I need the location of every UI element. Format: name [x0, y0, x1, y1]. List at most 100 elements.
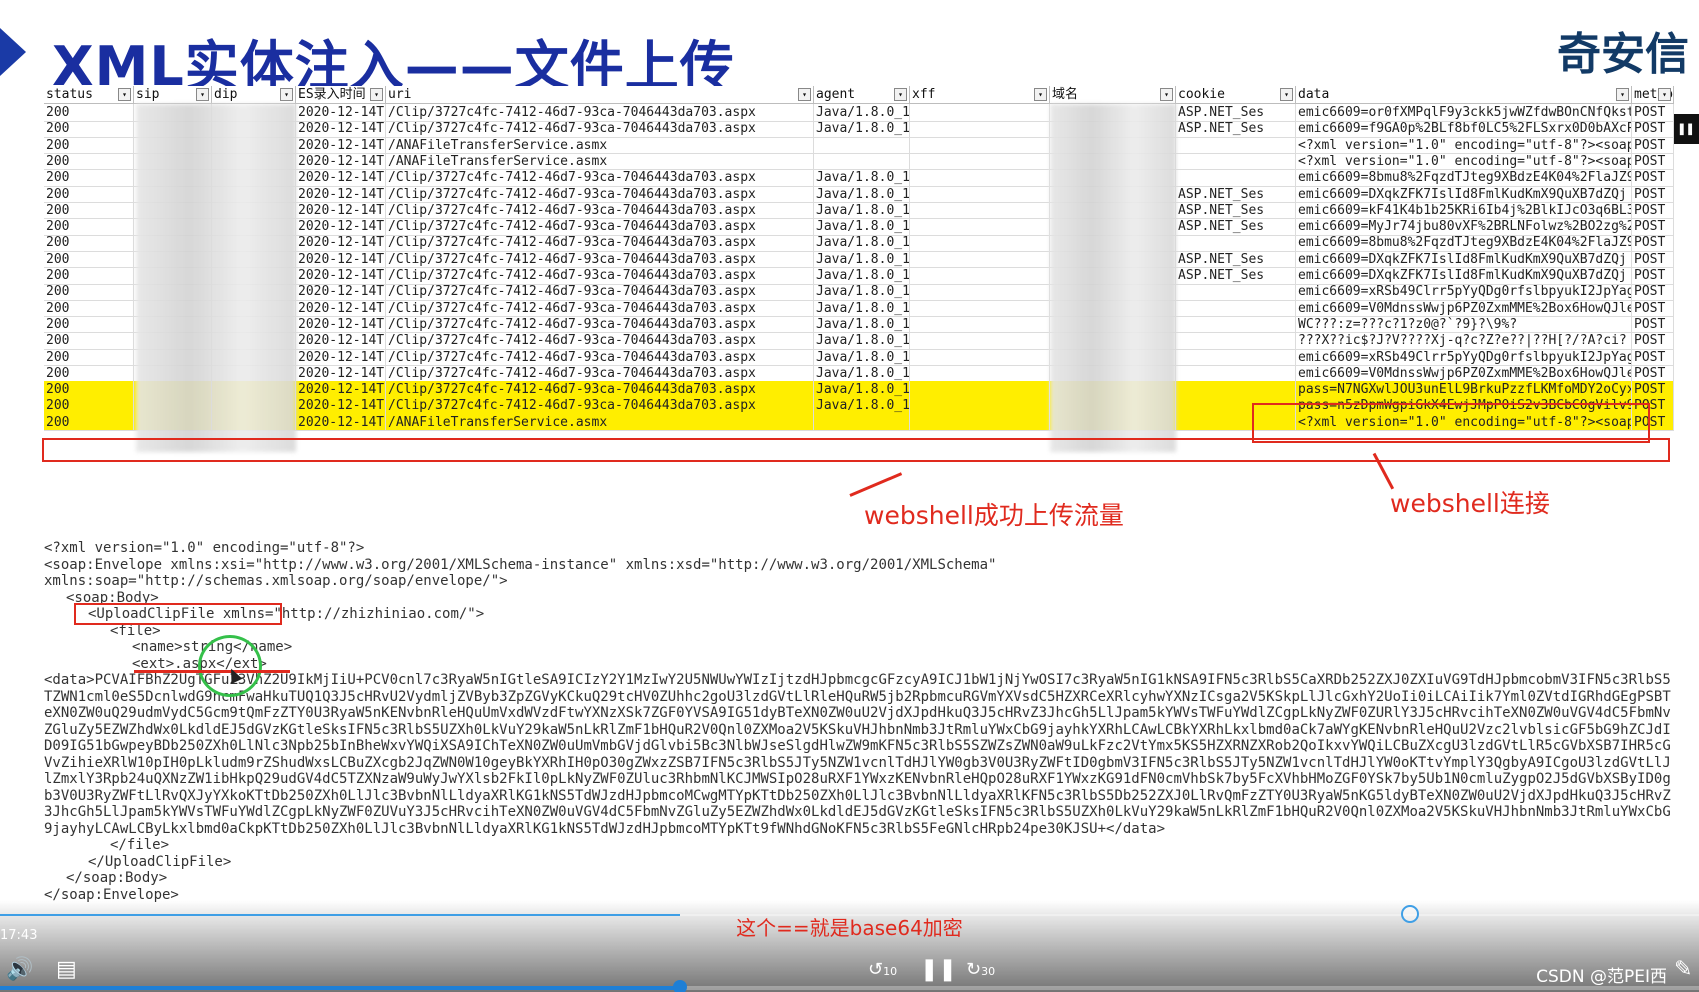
- cell-method[interactable]: POST: [1632, 185, 1674, 203]
- cell-agent[interactable]: Java/1.8.0_172: [814, 315, 910, 333]
- cell-status[interactable]: 200: [44, 364, 134, 382]
- cell-method[interactable]: POST: [1632, 120, 1674, 138]
- cell-uri[interactable]: /ANAFileTransferService.asmx: [386, 413, 814, 431]
- cell-method[interactable]: POST: [1632, 267, 1674, 284]
- filter-dropdown-icon[interactable]: ▾: [1658, 88, 1671, 101]
- cell-time[interactable]: 2020-12-14T: [296, 250, 386, 268]
- cell-status[interactable]: 200: [44, 250, 134, 268]
- cell-cookie[interactable]: ASP.NET_Ses: [1176, 185, 1296, 203]
- cell-agent[interactable]: Java/1.8.0_172: [814, 381, 910, 399]
- filter-dropdown-icon[interactable]: ▾: [1616, 88, 1629, 101]
- cell-cookie[interactable]: [1176, 283, 1296, 301]
- cell-cookie[interactable]: ASP.NET_Ses: [1176, 218, 1296, 236]
- cell-data[interactable]: emic6609=MyJr74jbu80vXF%2BRLNFolwz%2BO2z…: [1296, 218, 1632, 236]
- cell-data[interactable]: emic6609=8bmu8%2FqzdTJteg9XBdzE4K04%2Fla…: [1296, 169, 1632, 187]
- column-header-cookie[interactable]: cookie ▾: [1176, 86, 1296, 103]
- cell-status[interactable]: 200: [44, 234, 134, 252]
- cell-cookie[interactable]: ASP.NET_Ses: [1176, 267, 1296, 284]
- column-header-time[interactable]: ES录入时间 ▾: [296, 86, 386, 103]
- cell-xff[interactable]: [910, 185, 1050, 203]
- cell-agent[interactable]: Java/1.8.0_172: [814, 185, 910, 203]
- volume-icon[interactable]: 🔊: [6, 958, 33, 982]
- cell-cookie[interactable]: [1176, 299, 1296, 317]
- filter-dropdown-icon[interactable]: ▾: [280, 88, 293, 101]
- filter-dropdown-icon[interactable]: ▾: [798, 88, 811, 101]
- cell-status[interactable]: 200: [44, 381, 134, 399]
- cell-time[interactable]: 2020-12-14T: [296, 364, 386, 382]
- cell-cookie[interactable]: [1176, 136, 1296, 154]
- cell-cookie[interactable]: [1176, 364, 1296, 382]
- cell-data[interactable]: emic6609=f9GA0p%2BLf8bf0LC5%2FLSxrx0D0bA…: [1296, 120, 1632, 138]
- cell-method[interactable]: POST: [1632, 381, 1674, 399]
- cell-data[interactable]: emic6609=kF41K4b1b25KRi6Ib4j%2BlkIJcO3q6…: [1296, 201, 1632, 219]
- cell-uri[interactable]: /Clip/3727c4fc-7412-46d7-93ca-7046443da7…: [386, 218, 814, 236]
- cell-method[interactable]: POST: [1632, 283, 1674, 301]
- cell-method[interactable]: POST: [1632, 299, 1674, 317]
- subtitle-icon[interactable]: ▤: [56, 958, 77, 982]
- cell-status[interactable]: 200: [44, 218, 134, 236]
- cell-xff[interactable]: [910, 267, 1050, 284]
- cell-time[interactable]: 2020-12-14T: [296, 218, 386, 236]
- cell-agent[interactable]: Java/1.8.0_172: [814, 201, 910, 219]
- cell-agent[interactable]: [814, 136, 910, 154]
- cell-status[interactable]: 200: [44, 152, 134, 170]
- cell-xff[interactable]: [910, 315, 1050, 333]
- cell-status[interactable]: 200: [44, 136, 134, 154]
- cell-status[interactable]: 200: [44, 283, 134, 301]
- cell-status[interactable]: 200: [44, 413, 134, 431]
- cell-xff[interactable]: [910, 364, 1050, 382]
- cell-method[interactable]: POST: [1632, 364, 1674, 382]
- cell-cookie[interactable]: [1176, 152, 1296, 170]
- cell-agent[interactable]: Java/1.8.0_172: [814, 364, 910, 382]
- cell-agent[interactable]: Java/1.8.0_172: [814, 299, 910, 317]
- cell-cookie[interactable]: [1176, 315, 1296, 333]
- cell-status[interactable]: 200: [44, 332, 134, 350]
- cell-cookie[interactable]: [1176, 348, 1296, 366]
- cell-uri[interactable]: /Clip/3727c4fc-7412-46d7-93ca-7046443da7…: [386, 267, 814, 284]
- cell-time[interactable]: 2020-12-14T: [296, 234, 386, 252]
- cell-status[interactable]: 200: [44, 397, 134, 415]
- cell-agent[interactable]: Java/1.8.0_172: [814, 250, 910, 268]
- cell-agent[interactable]: [814, 152, 910, 170]
- cell-xff[interactable]: [910, 332, 1050, 350]
- cell-uri[interactable]: /Clip/3727c4fc-7412-46d7-93ca-7046443da7…: [386, 120, 814, 138]
- cell-time[interactable]: 2020-12-14T: [296, 283, 386, 301]
- column-header-method[interactable]: method▾: [1632, 86, 1674, 103]
- cell-agent[interactable]: Java/1.8.0_172: [814, 218, 910, 236]
- cell-time[interactable]: 2020-12-14T: [296, 315, 386, 333]
- column-header-domain[interactable]: 域名 ▾: [1050, 86, 1176, 103]
- cell-method[interactable]: POST: [1632, 218, 1674, 236]
- cell-cookie[interactable]: [1176, 332, 1296, 350]
- cell-method[interactable]: POST: [1632, 136, 1674, 154]
- filter-dropdown-icon[interactable]: ▾: [894, 88, 907, 101]
- cell-agent[interactable]: Java/1.8.0_172: [814, 234, 910, 252]
- cell-data[interactable]: emic6609=DXqkZFK7IslId8FmlKudKmX9QuXB7dZ…: [1296, 185, 1632, 203]
- cell-status[interactable]: 200: [44, 104, 134, 121]
- cell-agent[interactable]: Java/1.8.0_172: [814, 332, 910, 350]
- column-header-data[interactable]: data ▾: [1296, 86, 1632, 103]
- cell-xff[interactable]: [910, 413, 1050, 431]
- cell-method[interactable]: POST: [1632, 234, 1674, 252]
- pause-icon[interactable]: ❚❚: [920, 958, 957, 982]
- cell-uri[interactable]: /Clip/3727c4fc-7412-46d7-93ca-7046443da7…: [386, 364, 814, 382]
- cell-data[interactable]: emic6609=8bmu8%2FqzdTJteg9XBdzE4K04%2Fla…: [1296, 234, 1632, 252]
- cell-method[interactable]: POST: [1632, 315, 1674, 333]
- cell-time[interactable]: 2020-12-14T: [296, 381, 386, 399]
- playback-progress-bar[interactable]: [0, 986, 1699, 990]
- cell-time[interactable]: 2020-12-14T: [296, 397, 386, 415]
- column-header-sip[interactable]: sip ▾: [134, 86, 212, 103]
- cell-cookie[interactable]: [1176, 169, 1296, 187]
- cell-time[interactable]: 2020-12-14T: [296, 201, 386, 219]
- cell-time[interactable]: 2020-12-14T: [296, 332, 386, 350]
- cell-uri[interactable]: /ANAFileTransferService.asmx: [386, 136, 814, 154]
- filter-dropdown-icon[interactable]: ▾: [118, 88, 131, 101]
- cell-method[interactable]: POST: [1632, 250, 1674, 268]
- cell-uri[interactable]: /Clip/3727c4fc-7412-46d7-93ca-7046443da7…: [386, 234, 814, 252]
- rewind-10-icon[interactable]: ↺10: [868, 958, 897, 984]
- cell-xff[interactable]: [910, 299, 1050, 317]
- cell-time[interactable]: 2020-12-14T: [296, 185, 386, 203]
- cell-method[interactable]: POST: [1632, 332, 1674, 350]
- cell-status[interactable]: 200: [44, 120, 134, 138]
- cell-cookie[interactable]: ASP.NET_Ses: [1176, 201, 1296, 219]
- cell-status[interactable]: 200: [44, 201, 134, 219]
